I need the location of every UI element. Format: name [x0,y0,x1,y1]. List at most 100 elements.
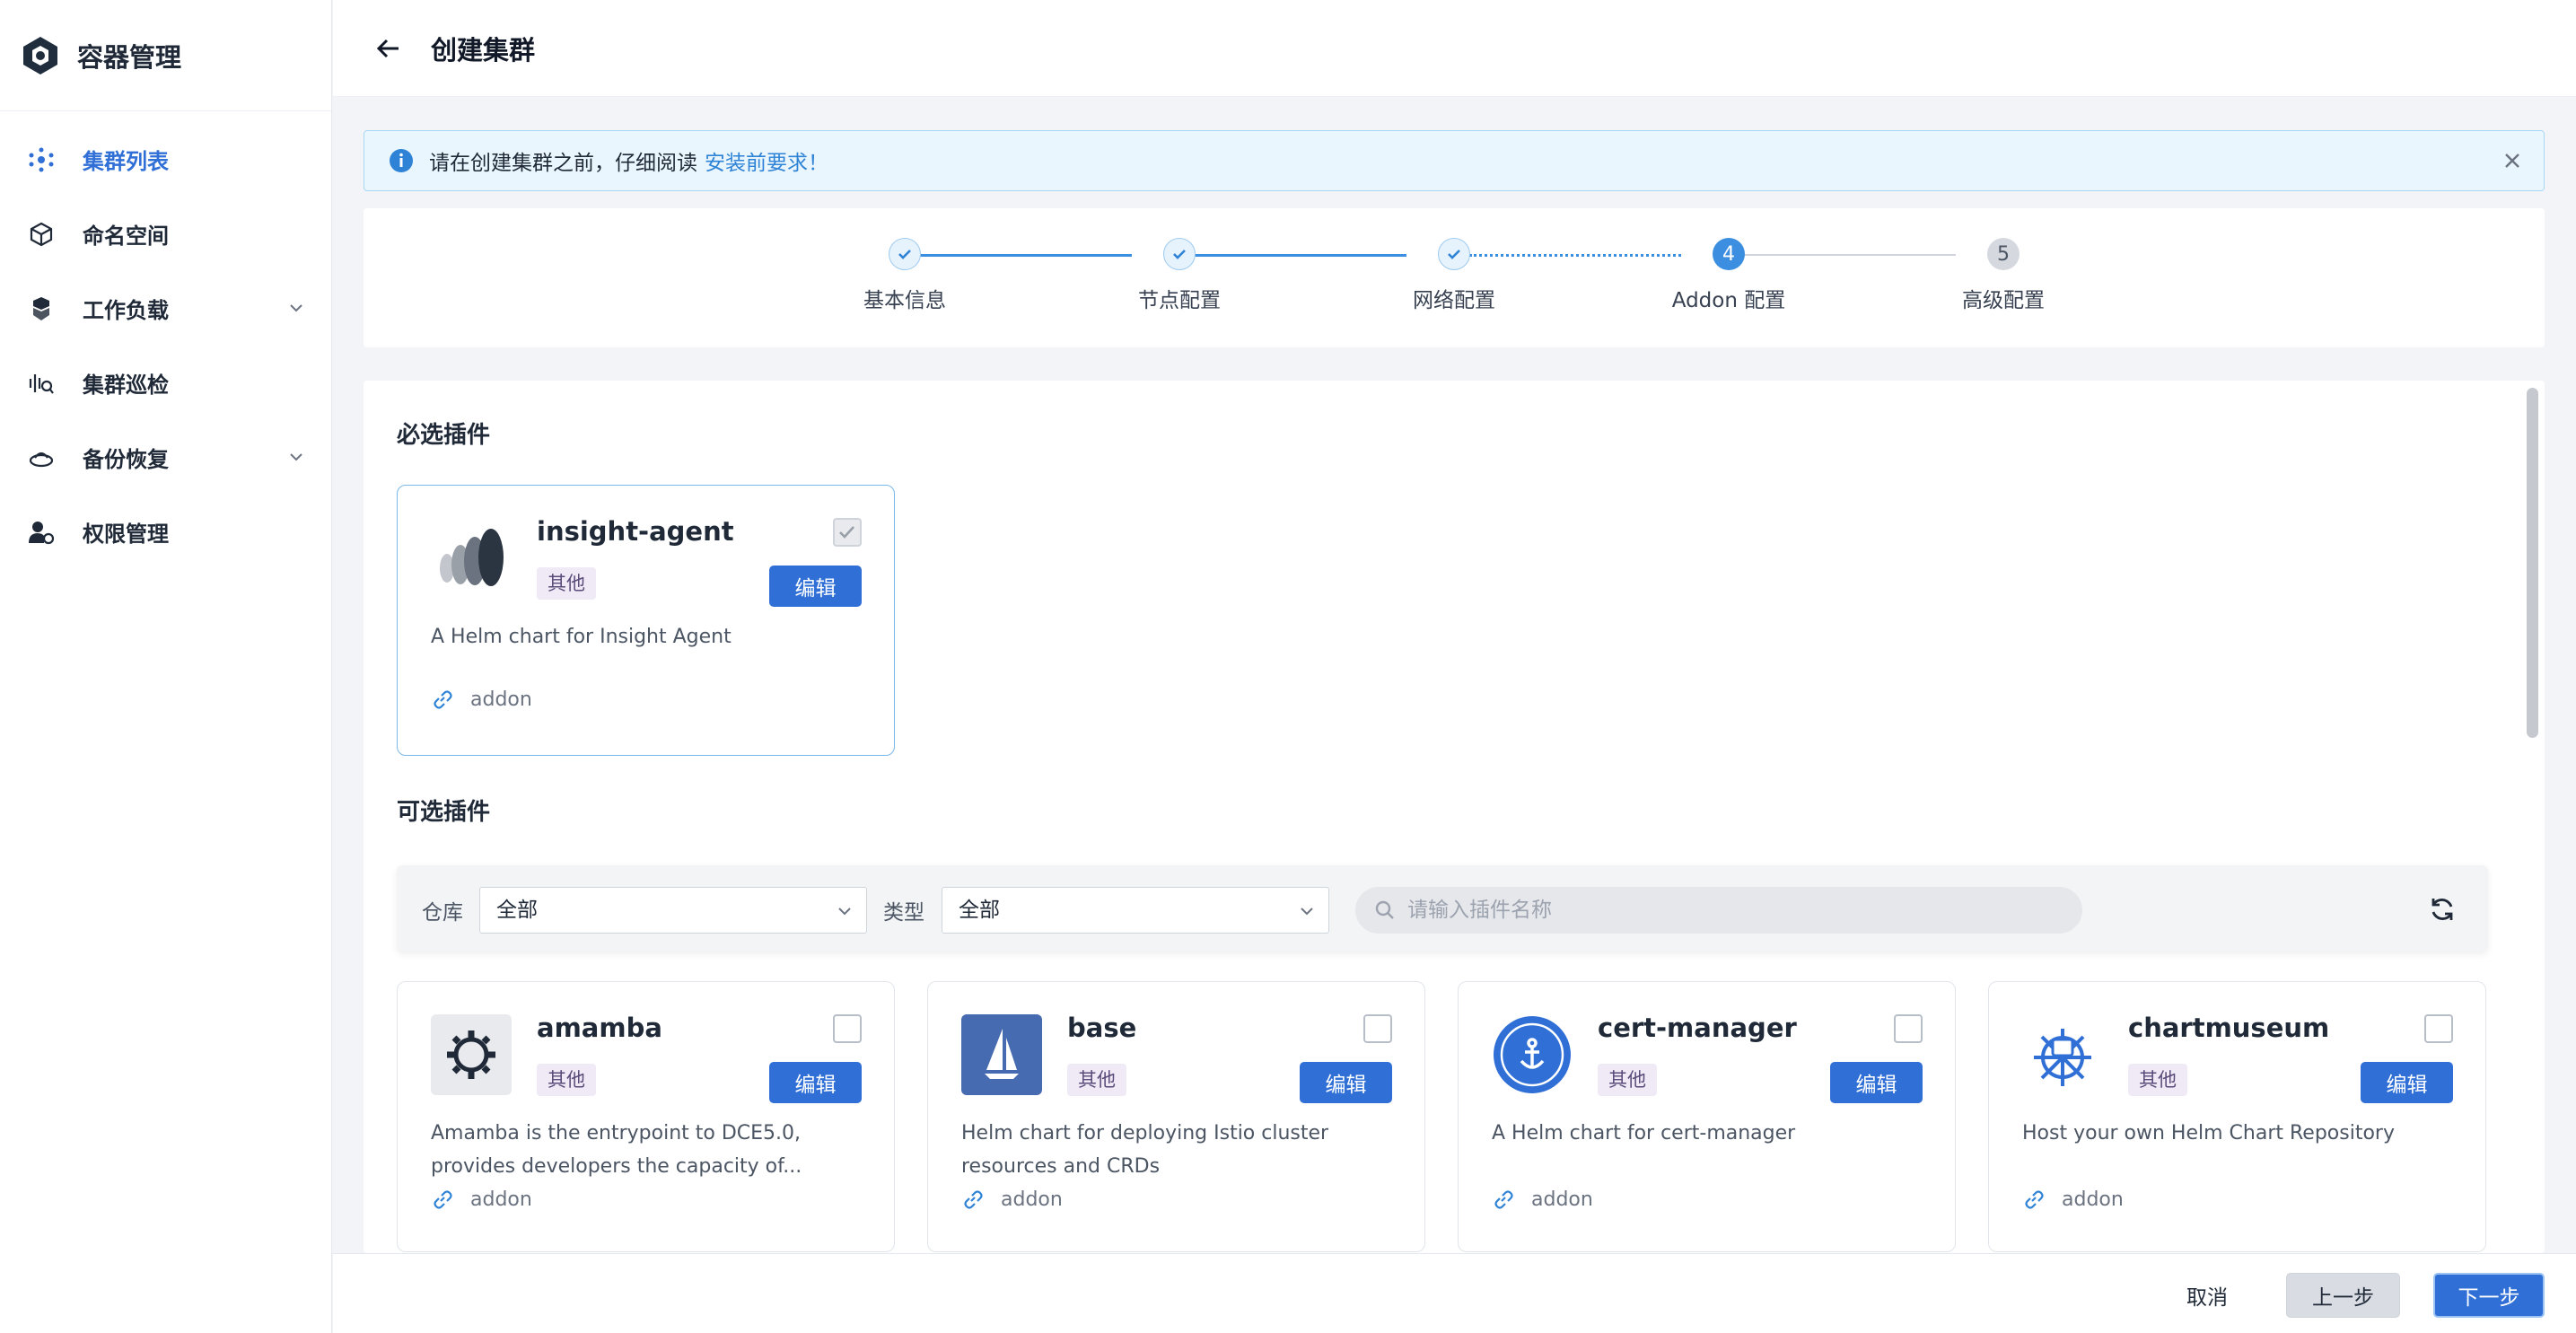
page-title: 创建集群 [431,34,536,66]
sidebar-item-label: 集群巡检 [83,373,169,398]
sidebar: 容器管理 集群列表 命名空间 工作负载 集群巡检 备份恢复 权限管理 [0,0,332,1333]
check-icon [839,526,854,539]
sidebar-item-label: 备份恢复 [83,447,169,472]
addon-search[interactable] [1355,887,2082,934]
chevron-down-icon[interactable] [286,447,306,467]
ship-wheel-logo-icon [2022,1014,2103,1095]
sidebar-item-workload[interactable]: 工作负载 [0,271,331,346]
sidebar-item-cluster-list[interactable]: 集群列表 [0,122,331,197]
step-addon-config[interactable]: 4 Addon 配置 [1639,238,1818,313]
addon-repo-name: addon [1531,1188,1593,1211]
link-icon [2025,1190,2044,1209]
backup-icon [27,443,56,472]
addon-card-cert-manager[interactable]: cert-manager 其他 编辑 A Helm chart for cert… [1458,981,1956,1252]
notice-banner: 请在创建集群之前，仔细阅读 安装前要求！ [364,130,2545,191]
addon-repo-name: addon [2062,1188,2124,1211]
step-label: 网络配置 [1413,289,1495,312]
addon-repo: addon [961,1188,1063,1211]
stepper: 基本信息 节点配置 网络配置 4 Addon 配置 5 高级配置 [364,208,2545,347]
addon-name: chartmuseum [2128,1013,2330,1043]
edit-button[interactable]: 编辑 [769,566,862,607]
notice-text: 请在创建集群之前，仔细阅读 [429,152,697,175]
edit-button[interactable]: 编辑 [1300,1062,1392,1103]
check-icon [1438,238,1470,270]
scrollbar-thumb[interactable] [2527,388,2538,738]
app-root: 容器管理 集群列表 命名空间 工作负载 集群巡检 备份恢复 权限管理 创建集群 … [0,0,2576,1333]
prev-step-button[interactable]: 上一步 [2286,1273,2400,1318]
addon-checkbox[interactable] [1894,1014,1923,1043]
check-icon [1163,238,1196,270]
step-number: 4 [1713,238,1745,270]
edit-button[interactable]: 编辑 [769,1062,862,1103]
sidebar-item-label: 命名空间 [83,224,169,249]
step-label: Addon 配置 [1671,289,1786,312]
addon-repo: addon [431,1188,532,1211]
addon-tag: 其他 [537,1064,596,1096]
install-requirements-link[interactable]: 安装前要求！ [705,145,828,176]
link-icon [964,1190,983,1209]
link-icon [434,690,452,709]
type-filter-label: 类型 [883,901,924,925]
addon-repo: addon [1492,1188,1593,1211]
gear-logo-icon [431,1014,512,1095]
user-gear-icon [27,518,56,547]
hexagon-logo-icon [23,36,57,75]
addon-checkbox[interactable] [2424,1014,2453,1043]
sidebar-item-inspection[interactable]: 集群巡检 [0,346,331,420]
addon-card-base[interactable]: base 其他 编辑 Helm chart for deploying Isti… [927,981,1425,1252]
optional-section-title: 可选插件 [397,799,491,826]
app-title: 容器管理 [77,41,182,73]
addon-card-amamba[interactable]: amamba 其他 编辑 Amamba is the entrypoint to… [397,981,895,1252]
sidebar-item-namespace[interactable]: 命名空间 [0,197,331,271]
inspection-icon [27,369,56,398]
link-icon [1494,1190,1513,1209]
cancel-button[interactable]: 取消 [2169,1273,2246,1318]
step-label: 高级配置 [1962,289,2045,312]
addon-checkbox[interactable] [1363,1014,1392,1043]
workload-icon [27,294,56,323]
sailboat-logo-icon [961,1014,1042,1095]
cluster-icon [27,145,56,174]
sidebar-nav: 集群列表 命名空间 工作负载 集群巡检 备份恢复 权限管理 [0,111,331,569]
addon-card-chartmuseum[interactable]: chartmuseum 其他 编辑 Host your own Helm Cha… [1988,981,2486,1252]
step-network-config[interactable]: 网络配置 [1364,238,1544,313]
sidebar-item-permission[interactable]: 权限管理 [0,495,331,569]
next-step-button[interactable]: 下一步 [2433,1273,2545,1318]
step-basic-info[interactable]: 基本信息 [815,238,994,313]
close-icon[interactable] [2501,149,2524,172]
addon-name: base [1067,1013,1137,1043]
check-icon [889,238,921,270]
scrollbar[interactable] [2521,381,2545,1253]
page-header: 创建集群 [333,0,2576,97]
sidebar-item-backup[interactable]: 备份恢复 [0,420,331,495]
step-node-config[interactable]: 节点配置 [1090,238,1269,313]
chevron-down-icon[interactable] [286,298,306,318]
repo-filter-label: 仓库 [422,901,463,925]
step-label: 节点配置 [1138,289,1221,312]
addon-repo: addon [431,688,532,711]
repo-select[interactable]: 全部 [479,887,867,934]
refresh-icon[interactable] [2427,894,2458,925]
arrow-left-icon[interactable] [373,33,404,64]
main-area: 创建集群 请在创建集群之前，仔细阅读 安装前要求！ 基本信息 节点配置 网络配置… [333,0,2576,1333]
search-input[interactable] [1407,899,2036,922]
required-section-title: 必选插件 [397,422,491,449]
type-select[interactable]: 全部 [942,887,1329,934]
addon-card-insight-agent[interactable]: insight-agent 其他 编辑 A Helm chart for Ins… [397,485,895,756]
sidebar-item-label: 工作负载 [83,298,169,323]
addon-repo-name: addon [1001,1188,1063,1211]
search-icon [1375,900,1394,919]
addon-checkbox[interactable] [833,1014,862,1043]
brand: 容器管理 [0,0,331,111]
addon-name: insight-agent [537,516,734,547]
addon-description: Host your own Helm Chart Repository [2022,1122,2395,1144]
addon-checkbox[interactable] [833,518,862,547]
addon-tag: 其他 [1598,1064,1657,1096]
edit-button[interactable]: 编辑 [1830,1062,1923,1103]
step-advanced-config[interactable]: 5 高级配置 [1914,238,2093,313]
addon-tag: 其他 [2128,1064,2187,1096]
anchor-badge-logo-icon [1492,1014,1573,1095]
addon-description: Helm chart for deploying Istio cluster r… [961,1122,1329,1178]
edit-button[interactable]: 编辑 [2361,1062,2453,1103]
addon-description: A Helm chart for cert-manager [1492,1122,1796,1144]
